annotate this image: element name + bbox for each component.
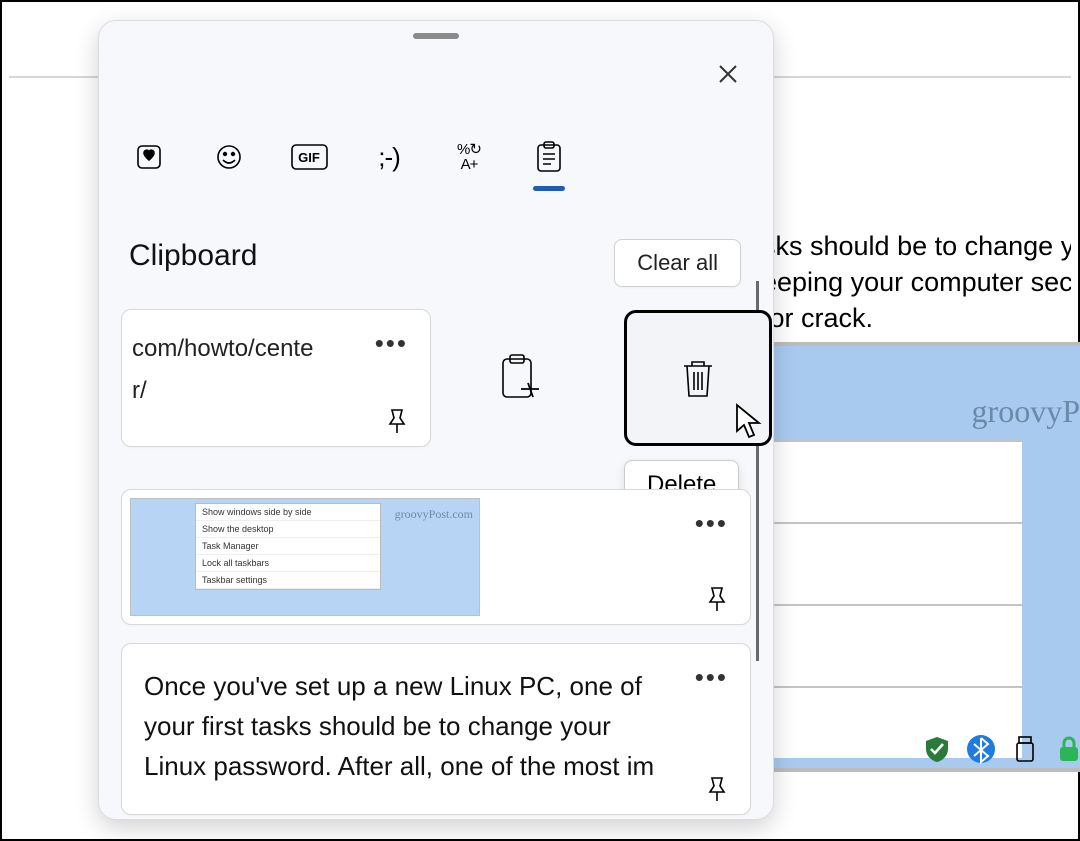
drag-handle[interactable]: [413, 33, 459, 39]
tab-symbols[interactable]: %↻ A+: [449, 137, 489, 177]
bg-article-text: sks should be to change y eeping your co…: [762, 228, 1071, 336]
system-tray: [922, 734, 1080, 764]
thumb-watermark: groovyPost.com: [395, 507, 473, 522]
tab-clipboard[interactable]: [529, 137, 569, 177]
usb-icon: [1010, 734, 1040, 764]
pin-button[interactable]: [382, 406, 412, 436]
item-actions: [446, 310, 772, 446]
clipboard-item-1[interactable]: com/howto/cente r/ •••: [121, 309, 431, 447]
bg-inner-window: groovyPo: [770, 342, 1080, 772]
section-title: Clipboard: [129, 239, 257, 273]
clear-all-button[interactable]: Clear all: [614, 239, 741, 287]
clipboard-item-3[interactable]: Once you've set up a new Linux PC, one o…: [121, 643, 751, 815]
category-tabs: GIF ;-) %↻ A+: [129, 129, 743, 185]
pin-button[interactable]: [702, 584, 732, 614]
lock-icon: [1054, 734, 1080, 764]
tab-kaomoji[interactable]: ;-): [369, 137, 409, 177]
clipboard-item-text: com/howto/cente r/: [132, 328, 412, 412]
shield-icon: [922, 734, 952, 764]
paste-as-text-button[interactable]: [446, 310, 594, 446]
close-button[interactable]: [711, 57, 745, 91]
clipboard-panel: GIF ;-) %↻ A+ Clipboard Clear all com/ho…: [98, 20, 774, 820]
bluetooth-icon: [966, 734, 996, 764]
thumb-context-menu: Show windows side by side Show the deskt…: [195, 503, 381, 590]
gif-label: GIF: [298, 150, 320, 165]
bg-inner-window-content: [774, 440, 1022, 758]
more-icon[interactable]: •••: [375, 328, 408, 359]
pin-button[interactable]: [702, 774, 732, 804]
clipboard-entries: com/howto/cente r/ •••: [121, 309, 751, 833]
clipboard-item-2[interactable]: groovyPost.com Show windows side by side…: [121, 489, 751, 625]
clipboard-image-thumb: groovyPost.com Show windows side by side…: [130, 498, 480, 616]
clipboard-item-text: Once you've set up a new Linux PC, one o…: [144, 666, 680, 786]
delete-button[interactable]: [624, 310, 772, 446]
kaomoji-glyph: ;-): [378, 142, 400, 173]
groovypost-logo-text: groovyPo: [972, 393, 1080, 430]
tab-gif[interactable]: GIF: [289, 137, 329, 177]
more-icon[interactable]: •••: [695, 508, 728, 539]
more-icon[interactable]: •••: [695, 662, 728, 693]
symbols-glyph: %↻ A+: [457, 142, 481, 172]
tab-emoji[interactable]: [209, 137, 249, 177]
tab-favorites[interactable]: [129, 137, 169, 177]
